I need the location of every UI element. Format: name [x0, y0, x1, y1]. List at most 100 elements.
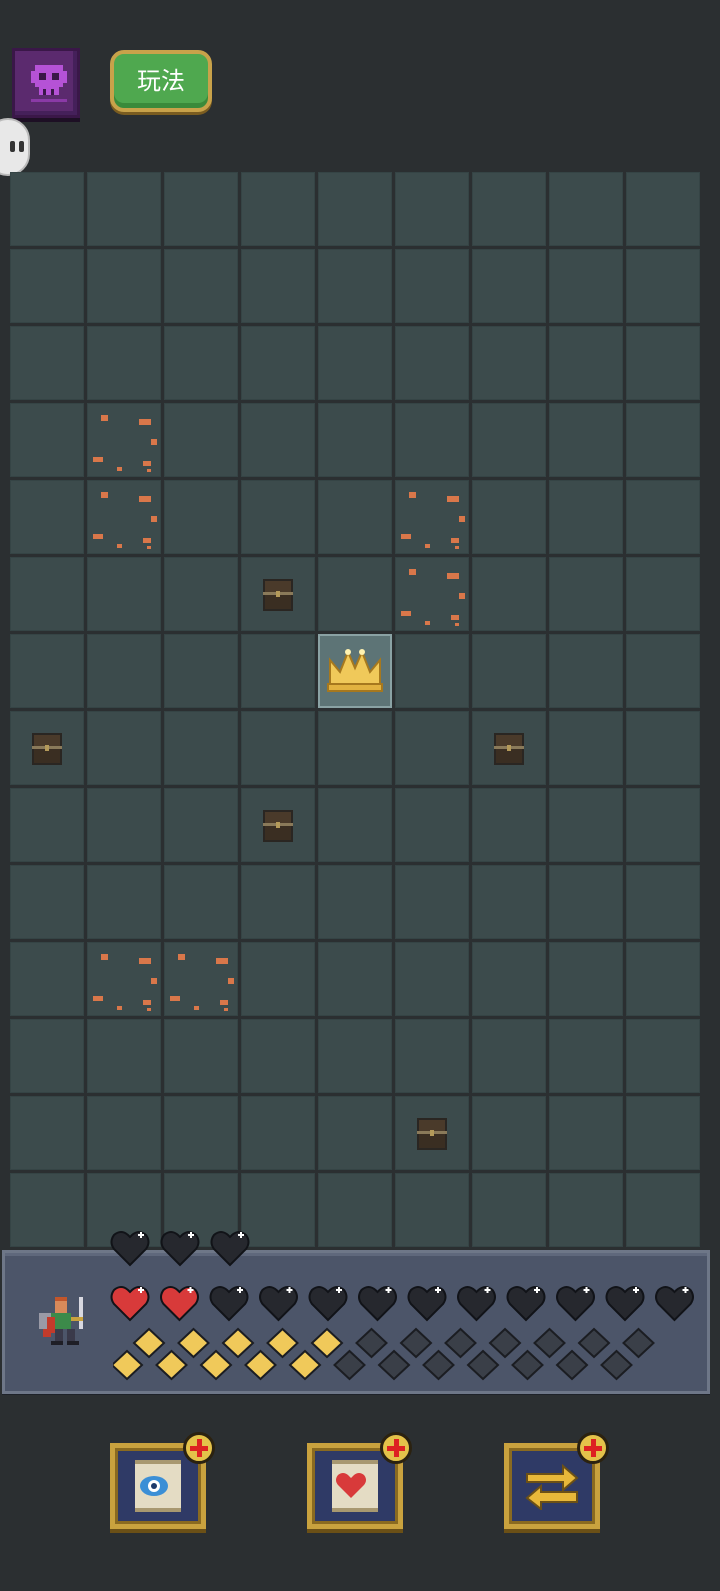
board-cell[interactable] [626, 634, 700, 708]
board-cell[interactable] [164, 865, 238, 939]
board-cell[interactable] [10, 249, 84, 323]
board-cell[interactable] [318, 480, 392, 554]
board-cell[interactable] [472, 557, 546, 631]
board-cell[interactable] [395, 1019, 469, 1093]
board-cell[interactable] [395, 711, 469, 785]
board-cell[interactable] [87, 788, 161, 862]
board-cell[interactable] [318, 711, 392, 785]
board-cell[interactable] [10, 865, 84, 939]
board-cell[interactable] [241, 249, 315, 323]
board-cell[interactable] [318, 942, 392, 1016]
board-cell[interactable] [318, 1019, 392, 1093]
board-cell-chest[interactable] [10, 711, 84, 785]
board-cell[interactable] [318, 557, 392, 631]
howto-button[interactable]: 玩法 [110, 50, 212, 112]
board-cell[interactable] [395, 326, 469, 400]
board-cell[interactable] [241, 326, 315, 400]
board-cell-rubble[interactable] [87, 480, 161, 554]
board-cell[interactable] [318, 1173, 392, 1247]
board-cell[interactable] [164, 557, 238, 631]
board-cell[interactable] [87, 249, 161, 323]
board-cell[interactable] [472, 865, 546, 939]
board-cell[interactable] [10, 557, 84, 631]
side-menu-handle[interactable] [0, 118, 30, 176]
board-cell[interactable] [395, 634, 469, 708]
board-cell[interactable] [164, 326, 238, 400]
board-cell[interactable] [164, 634, 238, 708]
board-cell-chest[interactable] [472, 711, 546, 785]
board-cell[interactable] [87, 711, 161, 785]
board-cell[interactable] [549, 788, 623, 862]
board-cell[interactable] [10, 326, 84, 400]
board-cell[interactable] [87, 865, 161, 939]
board-cell[interactable] [318, 788, 392, 862]
board-cell[interactable] [549, 249, 623, 323]
board-cell[interactable] [549, 557, 623, 631]
board-cell[interactable] [164, 788, 238, 862]
board-cell[interactable] [241, 865, 315, 939]
board-cell[interactable] [549, 711, 623, 785]
swap-scroll-button[interactable] [504, 1432, 609, 1529]
board-cell[interactable] [626, 1173, 700, 1247]
add-plus-icon[interactable] [183, 1432, 215, 1464]
board-cell[interactable] [87, 172, 161, 246]
board-cell[interactable] [472, 942, 546, 1016]
board-cell[interactable] [549, 172, 623, 246]
board-cell[interactable] [241, 403, 315, 477]
board-cell-chest[interactable] [241, 788, 315, 862]
board-cell[interactable] [395, 249, 469, 323]
board-cell[interactable] [626, 557, 700, 631]
board-cell[interactable] [241, 1019, 315, 1093]
board-cell[interactable] [318, 403, 392, 477]
board-cell[interactable] [241, 634, 315, 708]
skull-book-button[interactable] [12, 48, 80, 118]
board-cell[interactable] [318, 865, 392, 939]
board-cell[interactable] [241, 480, 315, 554]
board-cell[interactable] [549, 1173, 623, 1247]
board-cell[interactable] [549, 480, 623, 554]
board-cell[interactable] [626, 865, 700, 939]
board-cell[interactable] [472, 788, 546, 862]
board-cell[interactable] [395, 1173, 469, 1247]
heal-scroll-button[interactable] [307, 1432, 412, 1529]
board-cell-chest[interactable] [395, 1096, 469, 1170]
board-cell[interactable] [318, 249, 392, 323]
board-cell[interactable] [164, 403, 238, 477]
add-plus-icon[interactable] [380, 1432, 412, 1464]
add-plus-icon[interactable] [577, 1432, 609, 1464]
board-cell-rubble[interactable] [87, 942, 161, 1016]
board-cell[interactable] [472, 172, 546, 246]
board-cell[interactable] [241, 1096, 315, 1170]
board-cell[interactable] [164, 172, 238, 246]
board-cell[interactable] [626, 403, 700, 477]
board-cell[interactable] [626, 172, 700, 246]
board-cell[interactable] [472, 1019, 546, 1093]
board-cell[interactable] [164, 1096, 238, 1170]
board-cell[interactable] [395, 788, 469, 862]
board-cell[interactable] [626, 1096, 700, 1170]
board-cell-rubble[interactable] [164, 942, 238, 1016]
board-cell[interactable] [10, 480, 84, 554]
board-cell[interactable] [10, 403, 84, 477]
board-cell[interactable] [395, 403, 469, 477]
board-cell[interactable] [10, 1173, 84, 1247]
board-cell[interactable] [241, 711, 315, 785]
board-cell[interactable] [164, 1019, 238, 1093]
board-cell[interactable] [395, 865, 469, 939]
board-cell[interactable] [241, 942, 315, 1016]
board-cell[interactable] [164, 249, 238, 323]
board-cell[interactable] [626, 711, 700, 785]
board-cell[interactable] [164, 711, 238, 785]
board-cell[interactable] [626, 326, 700, 400]
board-cell[interactable] [472, 634, 546, 708]
board-cell[interactable] [472, 403, 546, 477]
board-cell-crown[interactable] [318, 634, 392, 708]
board-cell[interactable] [10, 172, 84, 246]
board-cell-chest[interactable] [241, 557, 315, 631]
board-cell[interactable] [87, 634, 161, 708]
board-cell[interactable] [472, 1096, 546, 1170]
board-cell[interactable] [10, 1096, 84, 1170]
board-cell[interactable] [549, 326, 623, 400]
board-cell[interactable] [549, 1019, 623, 1093]
board-cell[interactable] [549, 634, 623, 708]
